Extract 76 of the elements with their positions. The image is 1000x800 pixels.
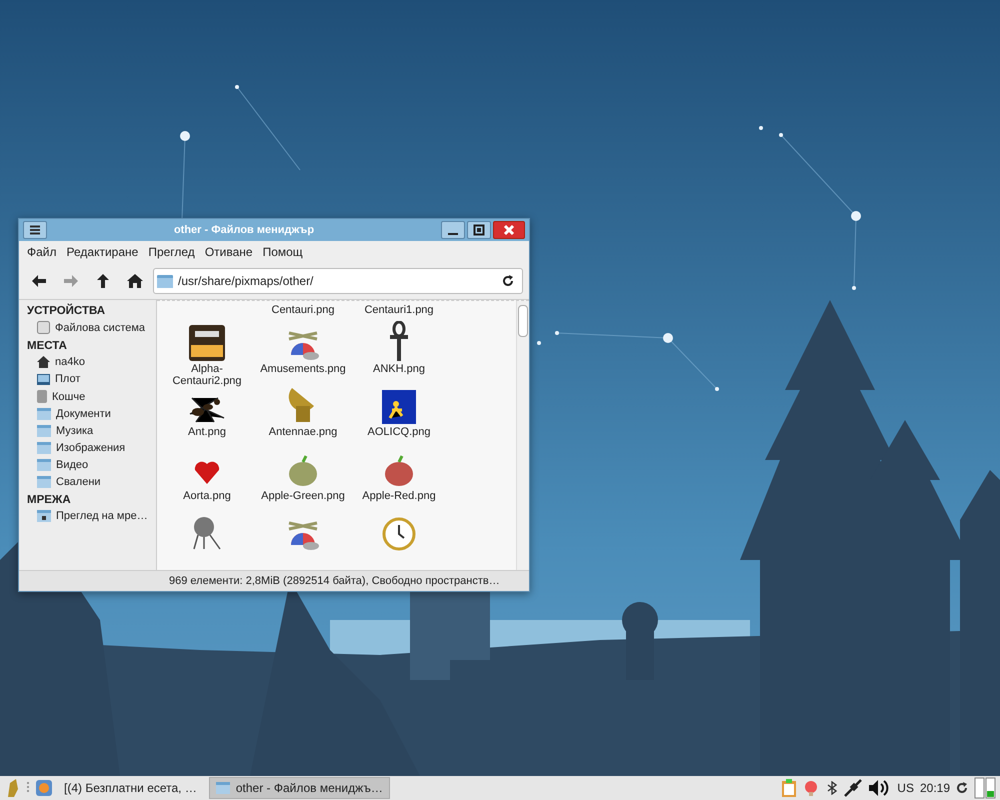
reload-icon[interactable]: [956, 782, 968, 794]
sidebar-item[interactable]: na4ko: [23, 354, 156, 371]
workspace-switcher-icon[interactable]: [974, 777, 996, 799]
home-icon: [127, 274, 143, 288]
sidebar-heading: УСТРОЙСТВА: [26, 302, 106, 319]
sidebar-item[interactable]: Изображения: [23, 440, 156, 457]
file-label[interactable]: Apple-Red.png: [353, 490, 445, 502]
running-figure-icon[interactable]: [382, 390, 416, 424]
menu-item[interactable]: Отиване: [200, 245, 257, 259]
menu-item[interactable]: Преглед: [144, 245, 199, 259]
reload-icon[interactable]: [502, 275, 514, 287]
poster-icon[interactable]: [189, 325, 225, 361]
bluetooth-icon[interactable]: [827, 781, 838, 795]
taskbar-task[interactable]: [(4) Безплатни есета, …: [58, 777, 203, 799]
sidebar-item[interactable]: Видео: [23, 457, 156, 474]
trash-icon: [37, 390, 47, 403]
location-field[interactable]: /usr/share/pixmaps/other/: [153, 268, 523, 294]
clock-icon[interactable]: [382, 516, 416, 551]
desktop-icon: [37, 374, 50, 384]
drive-icon: [37, 321, 50, 334]
file-label[interactable]: Amusements.png: [257, 363, 349, 375]
file-label[interactable]: Antennae.png: [257, 426, 349, 438]
sidebar-item[interactable]: Преглед на мре…: [23, 508, 156, 525]
sidebar-item[interactable]: Кошче: [23, 388, 156, 406]
file-label[interactable]: Apple-Green.png: [257, 490, 349, 502]
network-folder-icon: [37, 510, 51, 522]
scrollbar-thumb[interactable]: [518, 305, 528, 337]
plug-icon[interactable]: [843, 778, 864, 798]
window-title: other - Файлов мениджър: [172, 224, 316, 236]
file-label[interactable]: ANKH.png: [353, 363, 445, 375]
apple-icon[interactable]: [382, 454, 416, 488]
folder-icon: [37, 408, 51, 420]
menu-item[interactable]: Файл: [23, 245, 61, 259]
ankh-icon[interactable]: [389, 321, 409, 361]
menu-icon: [29, 225, 41, 235]
menu-item[interactable]: Помощ: [258, 245, 307, 259]
minimize-button[interactable]: [441, 221, 465, 239]
up-arrow-icon: [97, 274, 109, 288]
file-label[interactable]: Alpha-Centauri2.png: [161, 363, 253, 387]
file-label[interactable]: Aorta.png: [161, 490, 253, 502]
sidebar-heading: МЕСТА: [26, 339, 68, 354]
file-label[interactable]: AOLICQ.png: [353, 426, 445, 438]
scrollbar[interactable]: [516, 301, 529, 570]
sidebar-heading: МРЕЖА: [26, 493, 72, 508]
forward-arrow-icon: [64, 275, 78, 287]
file-label: Centauri1.png: [363, 303, 435, 317]
handle-icon: [26, 781, 30, 795]
menu-item[interactable]: Редактиране: [62, 245, 142, 259]
close-button[interactable]: [493, 221, 525, 239]
sidebar-item[interactable]: Свалени: [23, 474, 156, 491]
file-label[interactable]: Ant.png: [161, 426, 253, 438]
maximize-button[interactable]: [467, 221, 491, 239]
sidebar-item[interactable]: Плот: [23, 371, 156, 388]
sidebar-item[interactable]: Музика: [23, 423, 156, 440]
sidebar-item[interactable]: Файлова система: [23, 319, 156, 337]
keyboard-layout[interactable]: US: [897, 781, 914, 795]
clipboard-icon[interactable]: [781, 779, 798, 797]
folder-icon: [216, 782, 230, 794]
close-icon: [503, 224, 515, 236]
window-menu-button[interactable]: [23, 221, 47, 239]
maximize-icon: [473, 224, 485, 236]
home-icon: [37, 356, 50, 368]
status-bar: 969 елементи: 2,8MiB (2892514 байта), Свободно пространств…: [19, 570, 529, 591]
folder-icon: [37, 425, 51, 437]
clock[interactable]: 20:19: [920, 781, 950, 795]
back-arrow-icon: [32, 275, 46, 287]
minimize-icon: [448, 233, 458, 235]
volume-icon[interactable]: [869, 780, 892, 796]
folder-icon: [37, 459, 51, 471]
file-label: Centauri.png: [270, 303, 336, 317]
apple-icon[interactable]: [286, 454, 320, 488]
folder-icon: [37, 476, 51, 488]
folder-icon: [157, 274, 173, 288]
folder-icon: [37, 442, 51, 454]
sidebar-item[interactable]: Документи: [23, 406, 156, 423]
taskbar-task[interactable]: other - Файлов мениджъ…: [208, 777, 390, 799]
